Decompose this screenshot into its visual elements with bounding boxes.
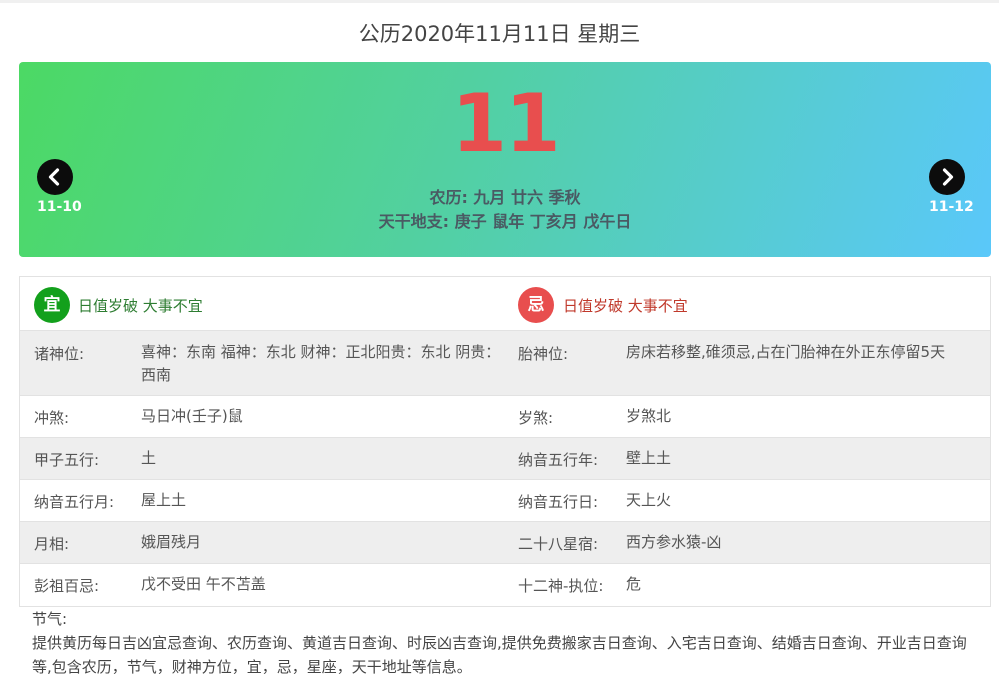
date-banner: 11 农历: 九月 廿六 季秋 天干地支: 庚子 鼠年 丁亥月 戊午日 11-1… bbox=[19, 62, 991, 257]
table-row: 诸神位: 喜神：东南 福神：东北 财神：正北阳贵：东北 阴贵：西南 胎神位: 房… bbox=[20, 331, 990, 396]
almanac-table: 宜 日值岁破 大事不宜 忌 日值岁破 大事不宜 诸神位: 喜神：东南 福神：东北… bbox=[19, 276, 991, 607]
prev-day-label[interactable]: 11-10 bbox=[37, 199, 82, 215]
row-label: 二十八星宿: bbox=[518, 535, 599, 553]
yi-ji-row: 宜 日值岁破 大事不宜 忌 日值岁破 大事不宜 bbox=[20, 277, 990, 331]
next-day-button[interactable] bbox=[929, 159, 965, 195]
row-value: 壁上土 bbox=[626, 449, 672, 467]
row-value: 土 bbox=[141, 449, 157, 467]
day-number: 11 bbox=[451, 77, 560, 170]
row-label: 甲子五行: bbox=[34, 451, 100, 469]
table-row: 月相: 娥眉残月 二十八星宿: 西方参水猿-凶 bbox=[20, 522, 990, 564]
row-value: 屋上土 bbox=[141, 491, 187, 509]
ganzhi-date: 天干地支: 庚子 鼠年 丁亥月 戊午日 bbox=[378, 212, 632, 231]
row-label: 月相: bbox=[34, 535, 70, 553]
row-value: 娥眉残月 bbox=[141, 533, 202, 551]
row-label: 彭祖百忌: bbox=[34, 577, 100, 595]
ji-badge: 忌 bbox=[518, 287, 554, 323]
row-value: 喜神：东南 福神：东北 财神：正北阳贵：东北 阴贵：西南 bbox=[141, 343, 501, 384]
row-label: 胎神位: bbox=[518, 345, 569, 363]
next-day-label[interactable]: 11-12 bbox=[929, 199, 974, 215]
row-label: 纳音五行月: bbox=[34, 493, 115, 511]
row-value: 岁煞北 bbox=[626, 407, 672, 425]
lunar-date: 农历: 九月 廿六 季秋 bbox=[429, 188, 581, 207]
chevron-right-icon bbox=[942, 168, 954, 186]
table-row: 彭祖百忌: 戊不受田 午不苫盖 十二神-执位: 危 bbox=[20, 564, 990, 606]
row-label: 纳音五行日: bbox=[518, 493, 599, 511]
prev-day-button[interactable] bbox=[37, 159, 73, 195]
ji-text: 日值岁破 大事不宜 bbox=[563, 297, 688, 315]
row-value: 西方参水猿-凶 bbox=[626, 533, 722, 551]
row-label: 冲煞: bbox=[34, 409, 70, 427]
row-value: 天上火 bbox=[626, 491, 672, 509]
row-value: 戊不受田 午不苫盖 bbox=[141, 575, 266, 593]
site-description: 提供黄历每日吉凶宜忌查询、农历查询、黄道吉日查询、时辰凶吉查询,提供免费搬家吉日… bbox=[32, 634, 967, 676]
row-label: 十二神-执位: bbox=[518, 577, 604, 595]
page-title: 公历2020年11月11日 星期三 bbox=[358, 22, 641, 46]
jieqi-label: 节气: bbox=[32, 610, 68, 628]
table-row: 纳音五行月: 屋上土 纳音五行日: 天上火 bbox=[20, 480, 990, 522]
chevron-left-icon bbox=[48, 168, 60, 186]
row-value: 危 bbox=[626, 575, 642, 593]
row-label: 纳音五行年: bbox=[518, 451, 599, 469]
table-row: 冲煞: 马日冲(壬子)鼠 岁煞: 岁煞北 bbox=[20, 396, 990, 438]
row-label: 诸神位: bbox=[34, 345, 85, 363]
table-row: 甲子五行: 土 纳音五行年: 壁上土 bbox=[20, 438, 990, 480]
top-divider bbox=[0, 0, 999, 3]
footer-info: 节气: 提供黄历每日吉凶宜忌查询、农历查询、黄道吉日查询、时辰凶吉查询,提供免费… bbox=[32, 607, 982, 679]
yi-text: 日值岁破 大事不宜 bbox=[78, 297, 203, 315]
row-label: 岁煞: bbox=[518, 409, 554, 427]
yi-badge: 宜 bbox=[34, 287, 70, 323]
row-value: 房床若移整,碓须忌,占在门胎神在外正东停留5天 bbox=[626, 343, 946, 361]
row-value: 马日冲(壬子)鼠 bbox=[141, 407, 243, 425]
